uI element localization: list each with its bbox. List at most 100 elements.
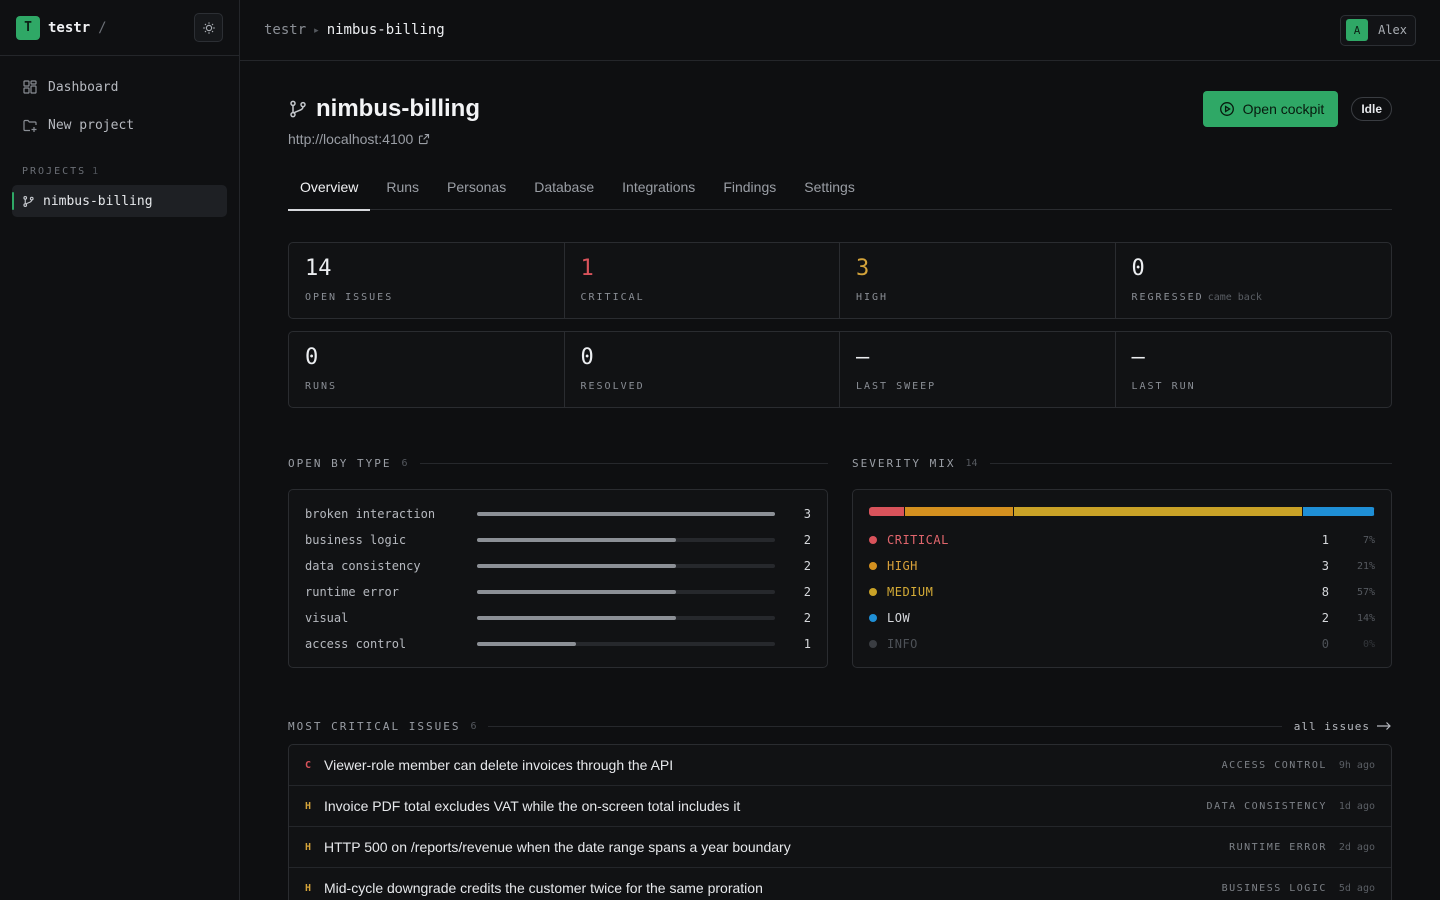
type-bar-track: [477, 538, 775, 542]
issue-row[interactable]: H HTTP 500 on /reports/revenue when the d…: [289, 827, 1391, 868]
critical-issues-header: MOST CRITICAL ISSUES 6 all issues: [288, 719, 1392, 733]
divider: [419, 462, 828, 464]
stat-value: —: [1131, 345, 1145, 370]
type-row[interactable]: visual 2: [305, 605, 811, 631]
critical-issues-list: C Viewer-role member can delete invoices …: [288, 744, 1392, 900]
severity-count: 8: [1321, 585, 1329, 599]
project-tabs: Overview Runs Personas Database Integrat…: [288, 173, 1392, 211]
top-bar: testr ▸ nimbus-billing A Alex: [240, 0, 1440, 61]
severity-percent: 21%: [1356, 560, 1375, 572]
tab-settings[interactable]: Settings: [792, 173, 867, 210]
severity-label: HIGH: [887, 559, 918, 573]
tab-personas[interactable]: Personas: [435, 173, 518, 210]
divider: [989, 462, 1392, 464]
tab-database[interactable]: Database: [522, 173, 606, 210]
type-count: 2: [803, 533, 811, 547]
severity-percent: 0%: [1362, 638, 1375, 650]
severity-segment-medium: [1013, 507, 1303, 516]
issue-severity-badge: H: [305, 800, 312, 812]
type-row[interactable]: runtime error 2: [305, 579, 811, 605]
avatar: A: [1346, 19, 1369, 41]
sidebar-item-new-project[interactable]: New project: [12, 106, 227, 144]
tab-overview[interactable]: Overview: [288, 173, 371, 211]
severity-row-high[interactable]: HIGH 3 21%: [869, 553, 1375, 579]
stat-high: 3 HIGH: [840, 243, 1116, 318]
severity-row-critical[interactable]: CRITICAL 1 7%: [869, 527, 1375, 553]
severity-dot: [869, 614, 877, 622]
type-bar-fill: [477, 512, 775, 516]
issue-type: RUNTIME ERROR: [1229, 841, 1327, 853]
breadcrumb-root[interactable]: testr: [264, 22, 306, 38]
severity-row-info[interactable]: INFO 0 0%: [869, 631, 1375, 657]
severity-legend: CRITICAL 1 7% HIGH 3 21% MEDIUM 8 57% LOW 2 14% INFO…: [869, 527, 1375, 657]
issue-severity-badge: C: [305, 759, 312, 771]
tab-findings[interactable]: Findings: [711, 173, 788, 210]
external-link-icon: [419, 133, 430, 145]
status-badge: Idle: [1351, 97, 1392, 121]
severity-dot: [869, 588, 877, 596]
issue-title: Mid-cycle downgrade credits the customer…: [324, 880, 763, 896]
tab-integrations[interactable]: Integrations: [610, 173, 707, 210]
stat-value: —: [856, 345, 870, 370]
stat-last-sweep: — LAST SWEEP: [840, 332, 1116, 407]
stat-label: HIGH: [856, 292, 889, 303]
issue-age: 5d ago: [1338, 882, 1375, 894]
user-menu-button[interactable]: A Alex: [1340, 14, 1416, 46]
stat-value: 0: [580, 345, 594, 370]
severity-dot: [869, 640, 877, 648]
sidebar-item-dashboard[interactable]: Dashboard: [12, 68, 227, 106]
severity-stacked-bar: [869, 507, 1375, 516]
type-label: business logic: [305, 533, 407, 547]
type-label: visual: [305, 611, 349, 625]
theme-toggle-button[interactable]: [194, 13, 223, 42]
type-row[interactable]: business logic 2: [305, 527, 811, 553]
tab-runs[interactable]: Runs: [374, 173, 431, 210]
stats-grid-runs: 0 RUNS 0 RESOLVED — LAST SWEEP — LAST RU…: [288, 331, 1392, 408]
issue-age: 9h ago: [1338, 759, 1375, 771]
issue-row[interactable]: C Viewer-role member can delete invoices …: [289, 745, 1391, 786]
issue-row[interactable]: H Invoice PDF total excludes VAT while th…: [289, 786, 1391, 827]
dashboard-icon: [23, 80, 37, 94]
severity-label: INFO: [887, 637, 918, 651]
severity-row-low[interactable]: LOW 2 14%: [869, 605, 1375, 631]
stat-label: OPEN ISSUES: [305, 292, 394, 303]
play-circle-icon: [1219, 102, 1234, 116]
stat-value: 0: [1131, 256, 1145, 281]
breadcrumb-separator: ▸: [314, 24, 319, 35]
arrow-right-icon: [1377, 722, 1391, 730]
stat-value: 14: [305, 256, 332, 281]
severity-row-medium[interactable]: MEDIUM 8 57%: [869, 579, 1375, 605]
issue-title: HTTP 500 on /reports/revenue when the da…: [324, 839, 791, 855]
org-name[interactable]: testr: [48, 20, 90, 36]
open-cockpit-button[interactable]: Open cockpit: [1202, 91, 1339, 127]
org-logo[interactable]: T: [16, 15, 40, 40]
type-row[interactable]: broken interaction 3: [305, 501, 811, 527]
project-url-link[interactable]: http://localhost:4100: [288, 131, 1392, 147]
panel-header: OPEN BY TYPE 6: [288, 456, 828, 470]
stat-value: 0: [305, 345, 319, 370]
stat-label: REGRESSED came back: [1131, 292, 1262, 303]
type-label: access control: [305, 637, 407, 651]
severity-count: 3: [1321, 559, 1329, 573]
branch-icon: [290, 100, 306, 118]
all-issues-label: all issues: [1293, 719, 1370, 733]
page-title: nimbus-billing: [316, 95, 480, 122]
all-issues-link[interactable]: all issues: [1294, 720, 1392, 733]
panel-header: SEVERITY MIX 14: [852, 456, 1392, 470]
issue-type: BUSINESS LOGIC: [1221, 882, 1327, 894]
issue-row[interactable]: H Mid-cycle downgrade credits the custome…: [289, 868, 1391, 900]
sidebar-project-nimbus-billing[interactable]: nimbus-billing: [12, 185, 227, 217]
type-count: 2: [803, 559, 811, 573]
panel-title: SEVERITY MIX: [852, 456, 956, 470]
type-row[interactable]: access control 1: [305, 631, 811, 657]
issue-age: 1d ago: [1338, 800, 1375, 812]
overview-panels: OPEN BY TYPE 6 broken interaction 3 busine…: [288, 456, 1392, 668]
stat-label: RUNS: [305, 381, 338, 392]
type-bar-fill: [477, 642, 577, 646]
type-count: 2: [803, 611, 811, 625]
panel-count: 6: [470, 720, 477, 732]
main-content: nimbus-billing Open cockpit Idle http://…: [288, 61, 1392, 900]
sidebar-item-label: Dashboard: [48, 79, 119, 95]
type-row[interactable]: data consistency 2: [305, 553, 811, 579]
sidebar-item-label: New project: [48, 117, 135, 133]
